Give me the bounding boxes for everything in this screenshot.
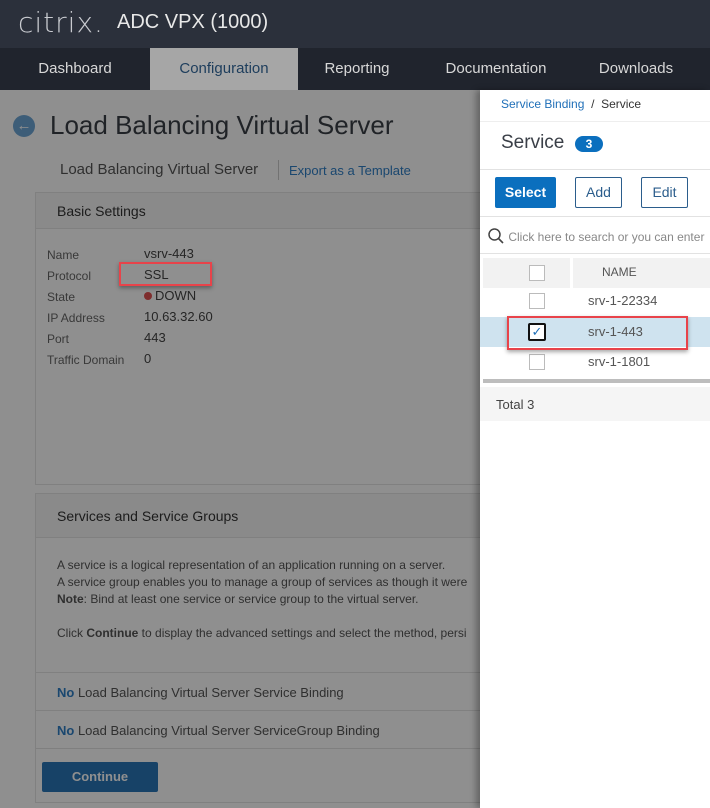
- table-row[interactable]: srv-1-1801: [480, 347, 710, 377]
- tab-downloads[interactable]: Downloads: [576, 48, 696, 90]
- row-checkbox[interactable]: [529, 354, 545, 370]
- divider: [480, 121, 710, 122]
- divider: [480, 216, 710, 217]
- search-input[interactable]: Click here to search or you can enter: [487, 227, 704, 245]
- horizontal-scrollbar[interactable]: [483, 379, 710, 383]
- select-button[interactable]: Select: [495, 177, 556, 208]
- panel-title: Service: [501, 132, 565, 153]
- breadcrumb-current: Service: [601, 97, 642, 111]
- breadcrumb: Service Binding / Service: [501, 97, 641, 111]
- tab-configuration[interactable]: Configuration: [150, 48, 298, 90]
- highlight-box: [507, 316, 688, 350]
- service-panel: Service Binding / Service Service 3 Sele…: [480, 90, 710, 808]
- tab-reporting[interactable]: Reporting: [298, 48, 416, 90]
- tab-documentation[interactable]: Documentation: [416, 48, 576, 90]
- row-name: srv-1-1801: [588, 354, 651, 369]
- select-all-checkbox[interactable]: [529, 265, 545, 281]
- row-checkbox[interactable]: [529, 293, 545, 309]
- divider: [480, 169, 710, 170]
- total-label: Total: [496, 397, 524, 412]
- breadcrumb-service-binding[interactable]: Service Binding: [501, 97, 584, 111]
- tab-dashboard[interactable]: Dashboard: [0, 48, 150, 90]
- divider: [480, 253, 710, 254]
- total-row: Total 3: [480, 387, 710, 421]
- total-count: 3: [527, 397, 535, 412]
- breadcrumb-separator: /: [591, 97, 595, 111]
- count-badge: 3: [575, 136, 603, 152]
- modal-overlay: [0, 90, 480, 808]
- main-nav: Dashboard Configuration Reporting Docume…: [0, 48, 710, 90]
- highlight-box: [119, 262, 212, 286]
- search-icon: [488, 228, 504, 244]
- select-all-header: [483, 258, 570, 288]
- column-header-name[interactable]: NAME: [573, 258, 710, 288]
- add-button[interactable]: Add: [575, 177, 622, 208]
- citrix-logo: citrix.: [18, 6, 104, 39]
- edit-button[interactable]: Edit: [641, 177, 688, 208]
- top-bar: citrix. ADC VPX (1000): [0, 0, 710, 48]
- table-row[interactable]: srv-1-22334: [480, 286, 710, 316]
- app-title: ADC VPX (1000): [117, 11, 269, 33]
- search-placeholder: Click here to search or you can enter: [508, 230, 705, 244]
- row-name: srv-1-22334: [588, 293, 658, 308]
